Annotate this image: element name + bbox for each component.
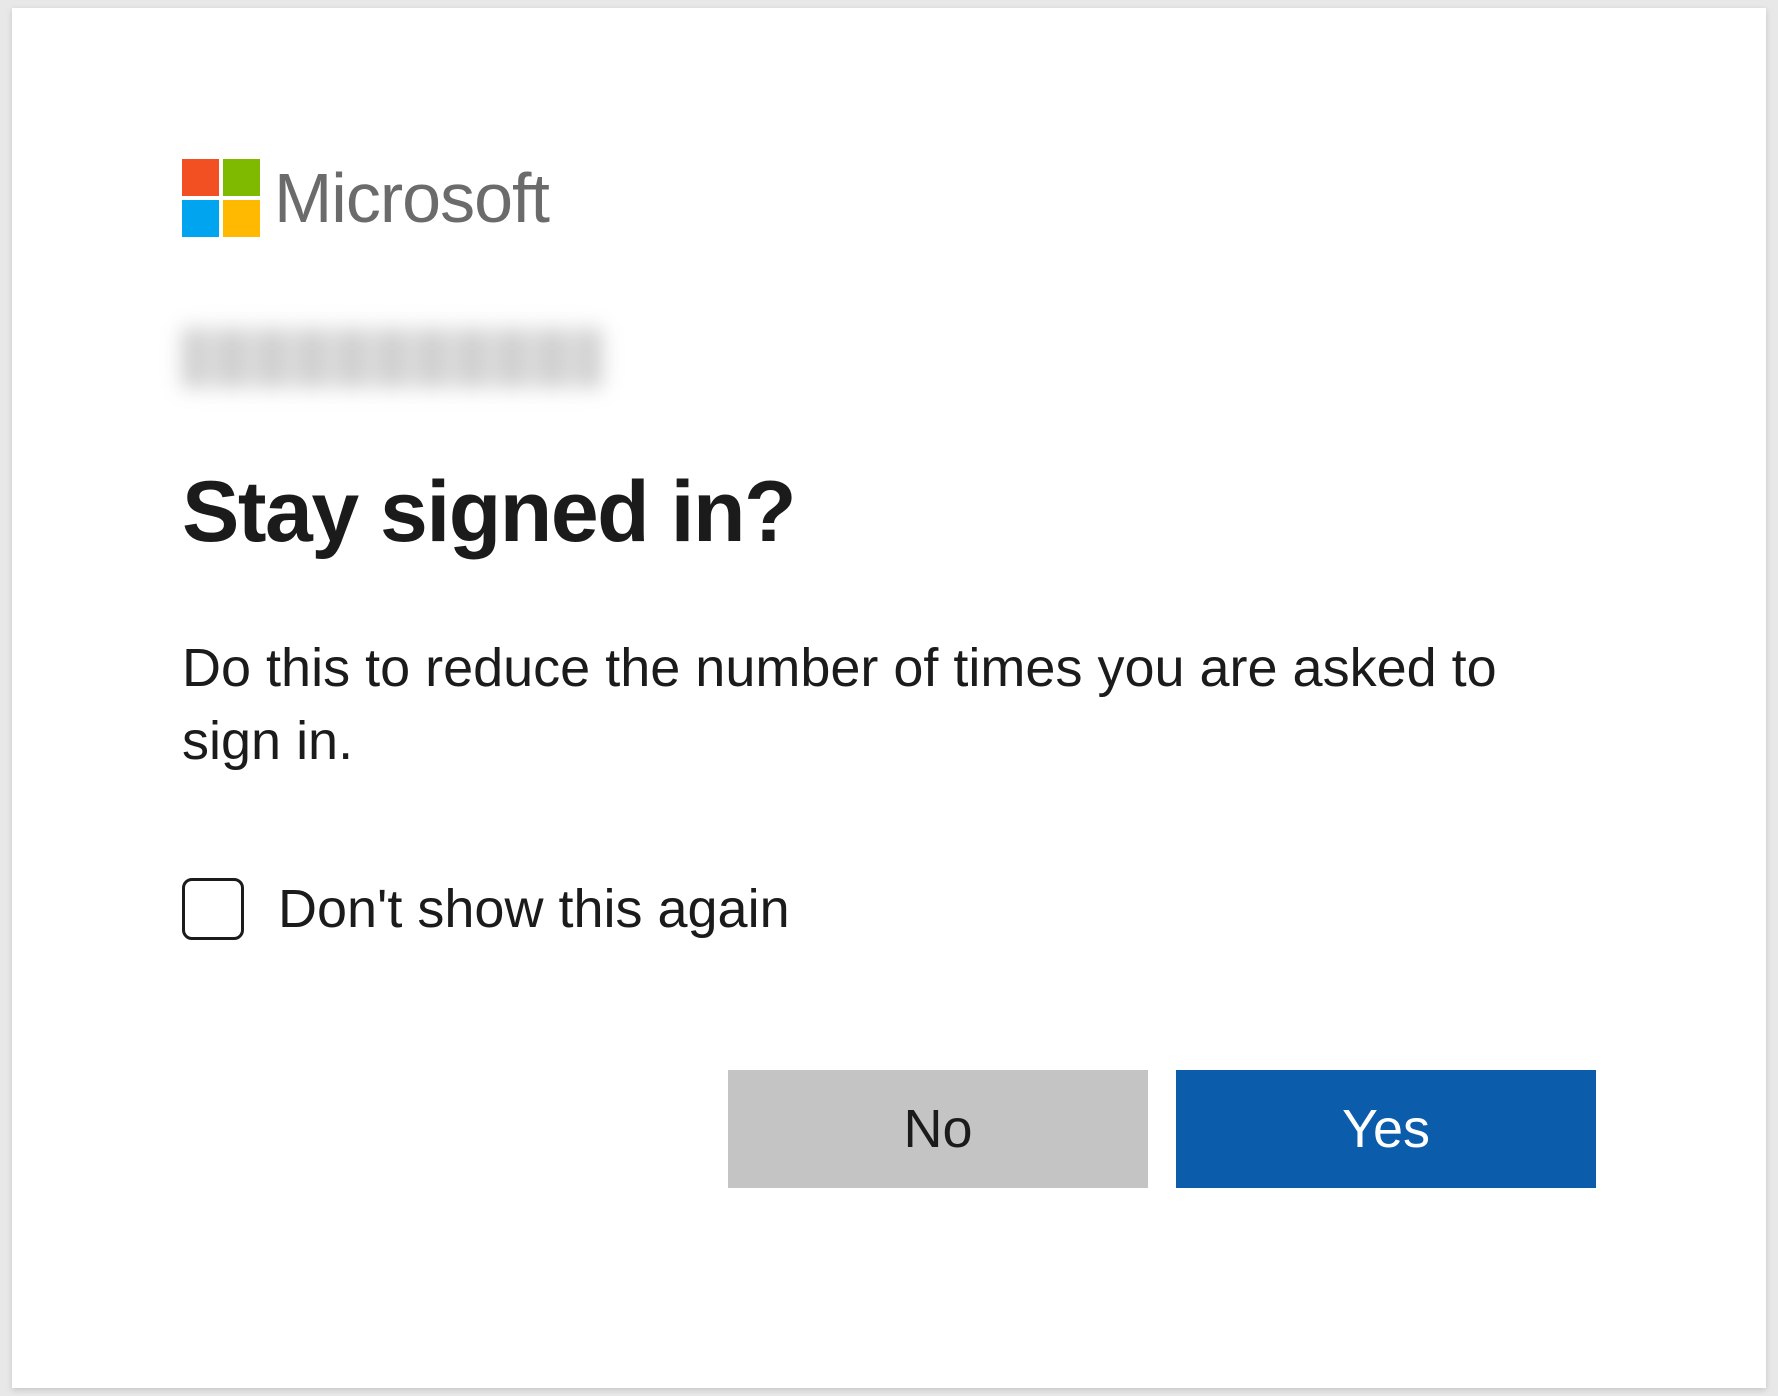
dont-show-again-checkbox[interactable] [182, 878, 244, 940]
signin-dialog-card: Microsoft Stay signed in? Do this to red… [12, 8, 1766, 1388]
dont-show-again-label[interactable]: Don't show this again [278, 878, 790, 940]
dont-show-again-row[interactable]: Don't show this again [182, 878, 1606, 940]
yes-button[interactable]: Yes [1176, 1070, 1596, 1188]
brand-name: Microsoft [274, 158, 549, 238]
brand-row: Microsoft [182, 158, 1606, 238]
dialog-title: Stay signed in? [182, 463, 1606, 562]
dialog-description: Do this to reduce the number of times yo… [182, 632, 1606, 778]
microsoft-logo-icon [182, 159, 260, 237]
account-identity [182, 328, 1606, 393]
button-row: No Yes [182, 1070, 1606, 1188]
account-email-redacted [182, 328, 602, 388]
no-button[interactable]: No [728, 1070, 1148, 1188]
